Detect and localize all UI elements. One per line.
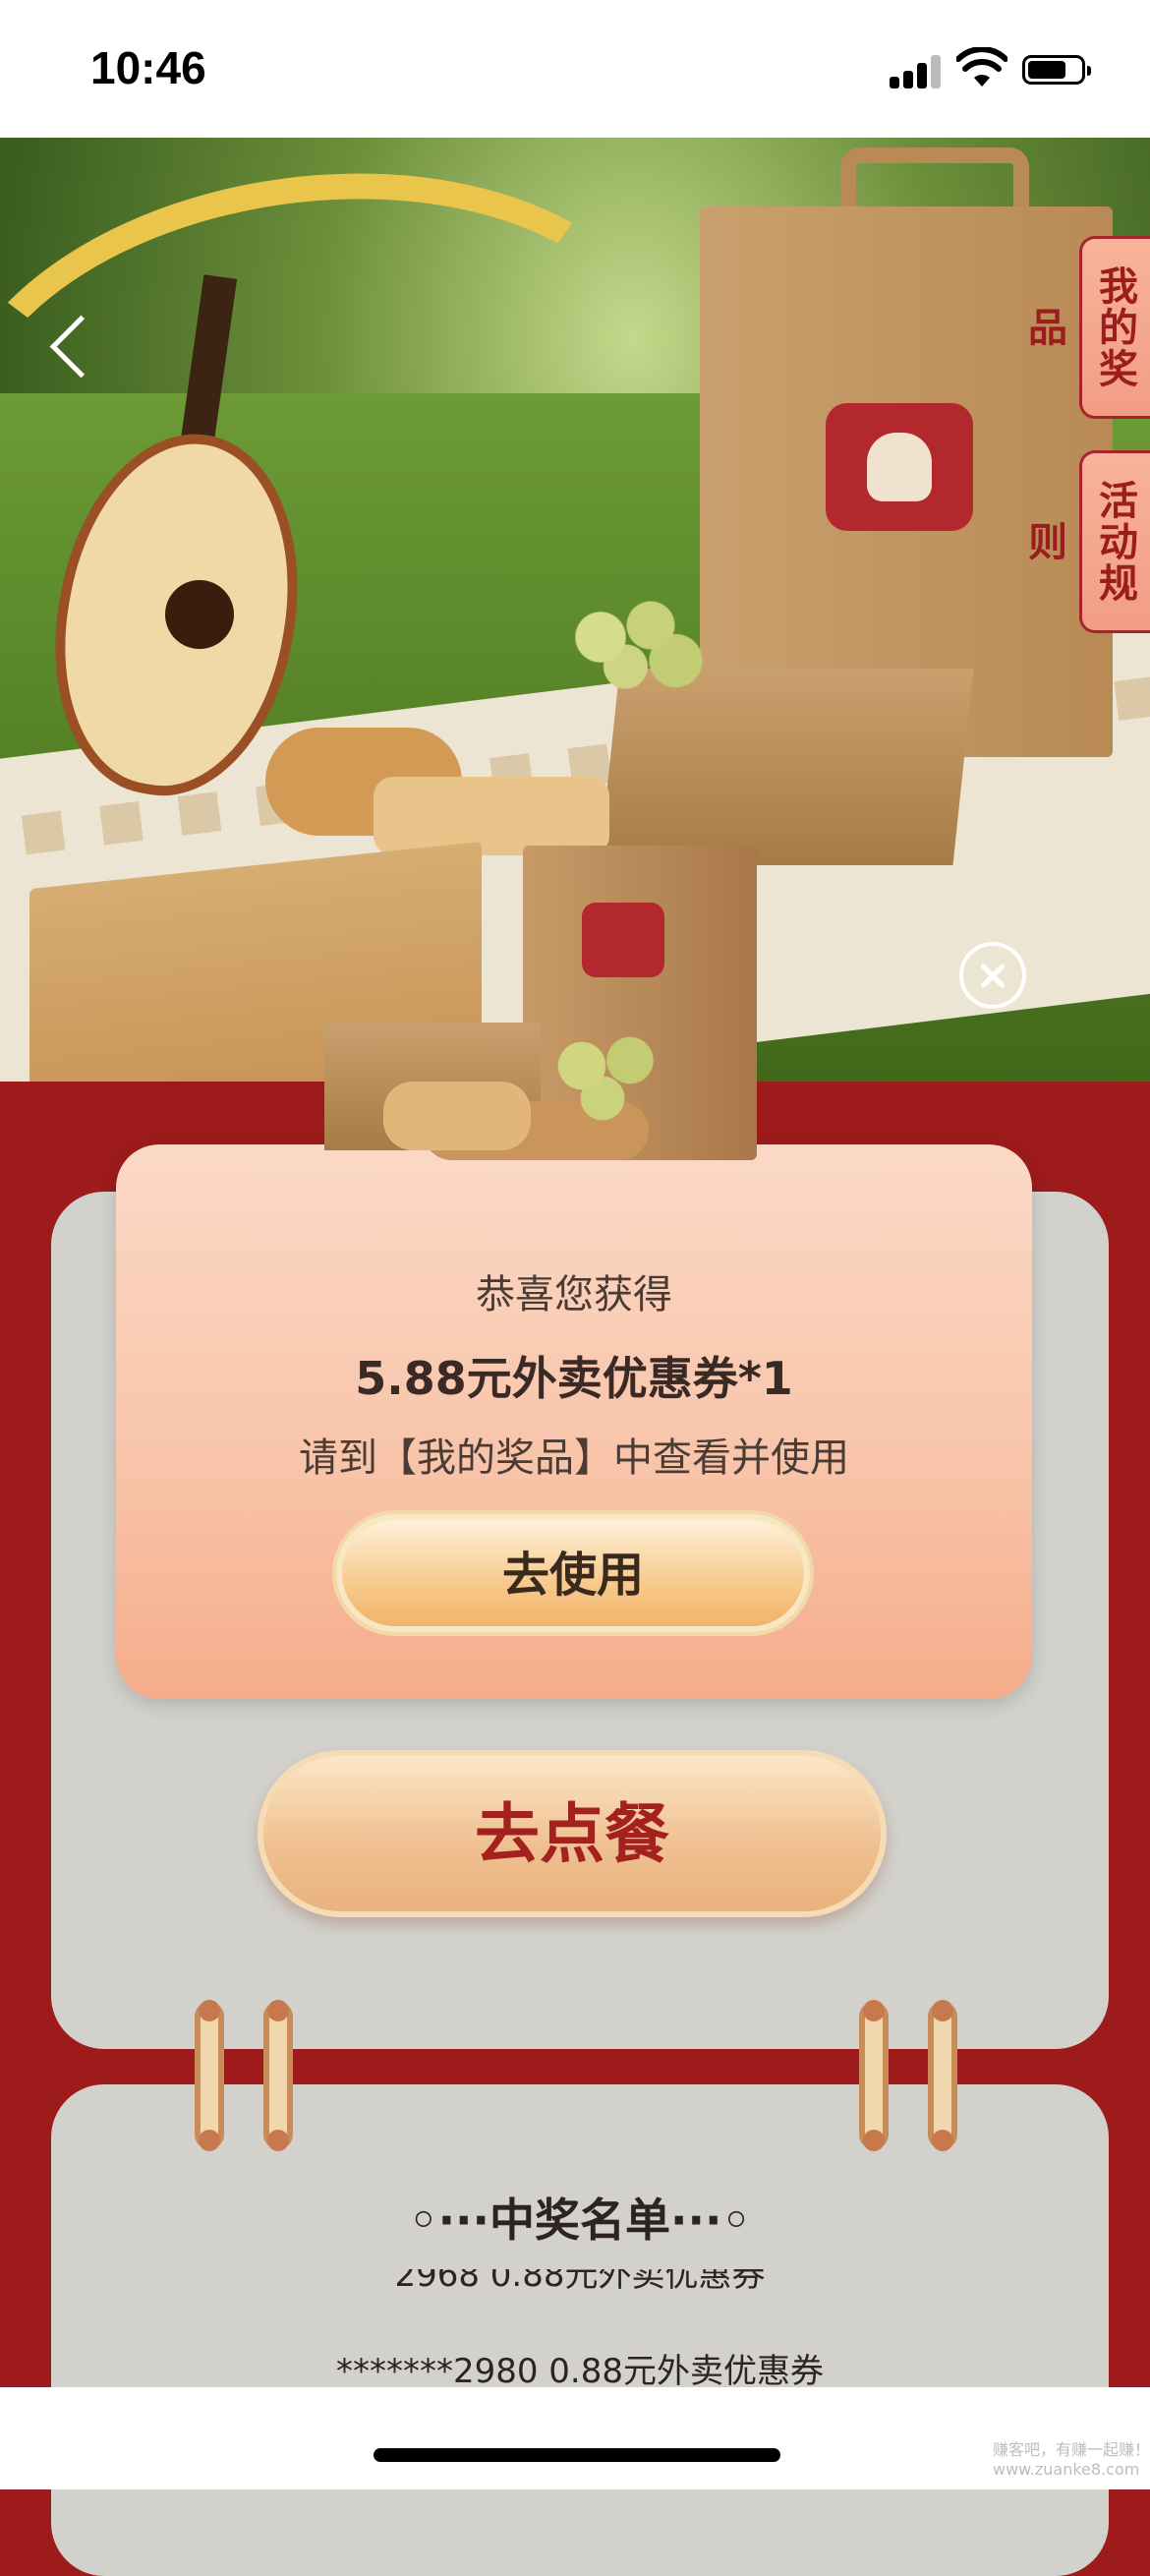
signal-icon [890,53,943,88]
status-bar: 10:46 [0,0,1150,138]
binder-ring [859,2000,889,2151]
grapes [550,590,718,708]
popup-hint-text: 请到【我的奖品】中查看并使用 [299,1435,849,1481]
tab-rules[interactable]: 活动规则 [1021,450,1150,633]
close-icon[interactable] [959,942,1026,1009]
status-time: 10:46 [90,42,206,93]
winner-row: 2968 0.88元外卖优惠券 [394,2269,766,2295]
battery-icon [1022,55,1091,85]
popup-bread-image [383,1082,531,1150]
binder-ring [195,2000,224,2151]
popup-grapes-image [541,1023,678,1131]
winners-card [51,2084,1109,2576]
thumbs-up-mark [867,433,932,501]
winners-title: ◦···中奖名单···◦ [409,2194,751,2247]
ukulele-soundhole [165,580,234,649]
popup-thumbs-up-icon [582,903,664,977]
home-bar-area [0,2387,1150,2489]
wifi-icon [956,47,1007,87]
popup-congrats-text: 恭喜您获得 [476,1272,672,1317]
tab-my-prizes[interactable]: 我的奖品 [1021,236,1150,419]
go-order-button[interactable]: 去点餐 [258,1750,887,1917]
use-coupon-button[interactable]: 去使用 [332,1510,814,1636]
bread-slices [374,777,609,855]
winner-row: *******2980 0.88元外卖优惠券 [335,2352,825,2391]
popup-prize-text: 5.88元外卖优惠券*1 [355,1352,793,1405]
binder-ring [263,2000,293,2151]
watermark-text: 赚客吧，有赚一起赚！www.zuanke8.com [993,2440,1150,2479]
home-indicator[interactable] [374,2448,780,2462]
binder-ring [928,2000,957,2151]
